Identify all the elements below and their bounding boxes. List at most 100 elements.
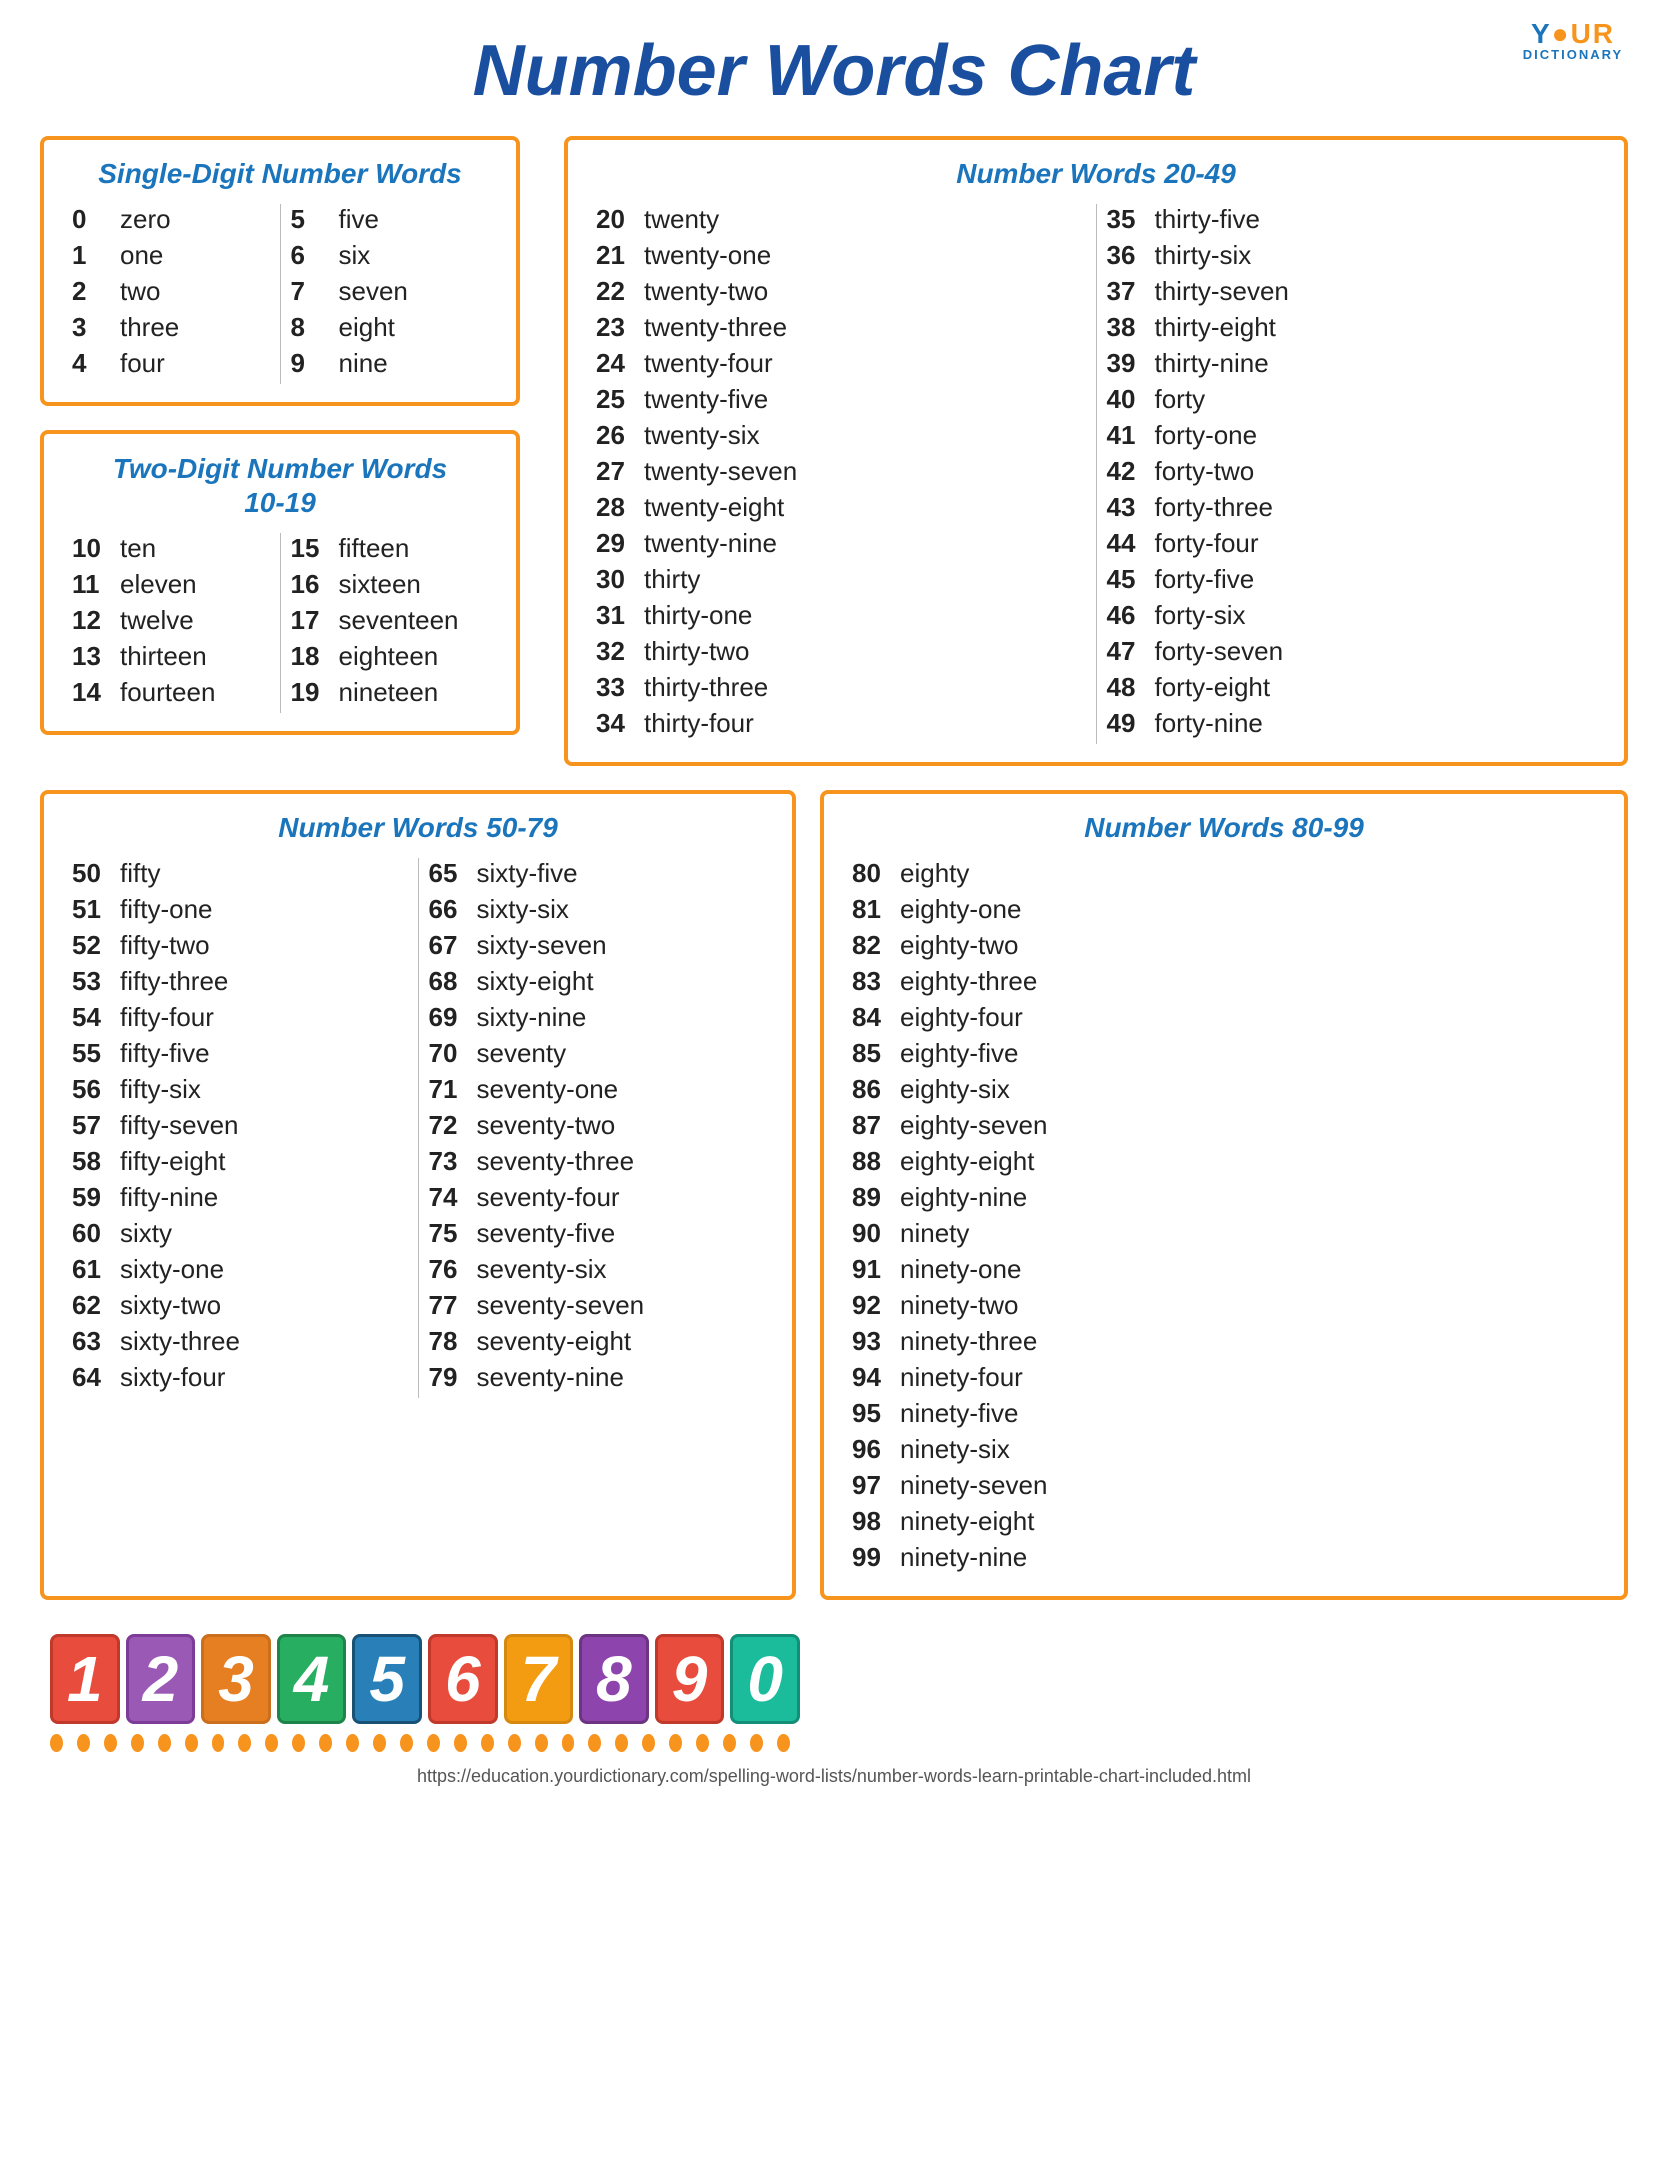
number-word: forty-four [1155, 528, 1259, 559]
number-word: fifteen [339, 533, 410, 564]
number-digit: 78 [429, 1326, 477, 1357]
logo-dictionary: DICTIONARY [1518, 48, 1628, 61]
number-word: ninety [900, 1218, 969, 1249]
nw8099-grid: 80eighty81eighty-one82eighty-two83eighty… [846, 858, 1602, 1578]
number-word: fifty-five [120, 1038, 210, 1069]
number-digit: 58 [72, 1146, 120, 1177]
number-digit: 16 [291, 569, 339, 600]
number-word: ninety-eight [900, 1506, 1034, 1537]
number-word: fifty-one [120, 894, 213, 925]
decorative-dot [104, 1734, 117, 1752]
number-word: seventy [477, 1038, 567, 1069]
decorative-section: 1234567890 [40, 1624, 800, 1752]
number-digit: 86 [852, 1074, 900, 1105]
number-word: thirty-nine [1155, 348, 1269, 379]
number-row: 52fifty-two [72, 930, 408, 961]
number-row: 33thirty-three [596, 672, 1086, 703]
number-digit: 28 [596, 492, 644, 523]
number-word: ninety-nine [900, 1542, 1027, 1573]
number-row: 61sixty-one [72, 1254, 408, 1285]
number-digit: 46 [1107, 600, 1155, 631]
number-row: 15fifteen [291, 533, 489, 564]
number-word: sixty-three [120, 1326, 240, 1357]
number-row: 86eighty-six [852, 1074, 1120, 1105]
number-digit: 89 [852, 1182, 900, 1213]
number-digit: 3 [72, 312, 120, 343]
number-row: 66sixty-six [429, 894, 765, 925]
decorative-dot [669, 1734, 682, 1752]
number-word: eighteen [339, 641, 439, 672]
number-row: 30thirty [596, 564, 1086, 595]
number-word: eighty-one [900, 894, 1021, 925]
decorative-dot [50, 1734, 63, 1752]
number-word: seventy-one [477, 1074, 619, 1105]
number-digit: 64 [72, 1362, 120, 1393]
single-digit-divider [280, 204, 281, 384]
number-row: 42forty-two [1107, 456, 1597, 487]
number-word: ninety-three [900, 1326, 1037, 1357]
number-digit: 41 [1107, 420, 1155, 451]
number-word: thirty [644, 564, 700, 595]
logo: Y●UR DICTIONARY [1518, 20, 1628, 80]
number-row: 49forty-nine [1107, 708, 1597, 739]
page-title: Number Words Chart [40, 30, 1628, 112]
single-digit-title: Single-Digit Number Words [66, 158, 494, 190]
number-word: seventy-five [477, 1218, 616, 1249]
number-row: 16sixteen [291, 569, 489, 600]
number-word: sixty-four [120, 1362, 225, 1393]
number-word: thirty-six [1155, 240, 1252, 271]
number-row: 84eighty-four [852, 1002, 1120, 1033]
number-row: 10ten [72, 533, 270, 564]
number-digit: 4 [72, 348, 120, 379]
number-word: thirteen [120, 641, 207, 672]
number-word: eighty [900, 858, 969, 889]
number-word: seventeen [339, 605, 459, 636]
number-digit: 20 [596, 204, 644, 235]
number-row: 59fifty-nine [72, 1182, 408, 1213]
number-word: twenty-three [644, 312, 787, 343]
number-row: 0zero [72, 204, 270, 235]
number-word: seventy-three [477, 1146, 635, 1177]
nw2049-divider [1096, 204, 1097, 744]
number-row: 55fifty-five [72, 1038, 408, 1069]
number-digit: 33 [596, 672, 644, 703]
number-word: twenty-six [644, 420, 760, 451]
decorative-dot [696, 1734, 709, 1752]
decorative-dot [535, 1734, 548, 1752]
number-word: sixty-two [120, 1290, 221, 1321]
number-row: 65sixty-five [429, 858, 765, 889]
number-digit: 90 [852, 1218, 900, 1249]
number-digit: 9 [291, 348, 339, 379]
nw5079-grid: 50fifty51fifty-one52fifty-two53fifty-thr… [66, 858, 770, 1398]
number-digit: 93 [852, 1326, 900, 1357]
number-row: 85eighty-five [852, 1038, 1120, 1069]
single-digit-col1: 0zero1one2two3three4four [66, 204, 276, 384]
number-row: 1one [72, 240, 270, 271]
number-row: 39thirty-nine [1107, 348, 1597, 379]
number-digit: 67 [429, 930, 477, 961]
number-digit: 29 [596, 528, 644, 559]
decorative-dot [427, 1734, 440, 1752]
number-word: forty-one [1155, 420, 1258, 451]
number-word: eighty-eight [900, 1146, 1034, 1177]
number-word: fifty-eight [120, 1146, 226, 1177]
number-word: seven [339, 276, 408, 307]
colorful-digit: 9 [655, 1634, 725, 1724]
number-digit: 11 [72, 569, 120, 600]
number-row: 80eighty [852, 858, 1120, 889]
decorative-dot [131, 1734, 144, 1752]
number-row: 87eighty-seven [852, 1110, 1120, 1141]
number-word: seventy-nine [477, 1362, 624, 1393]
number-word: thirty-seven [1155, 276, 1289, 307]
number-row: 31thirty-one [596, 600, 1086, 631]
decorative-dot [346, 1734, 359, 1752]
number-digit: 74 [429, 1182, 477, 1213]
number-word: fifty-six [120, 1074, 201, 1105]
decorative-dot [642, 1734, 655, 1752]
number-digit: 96 [852, 1434, 900, 1465]
number-digit: 51 [72, 894, 120, 925]
number-word: ninety-four [900, 1362, 1023, 1393]
logo-text: Y●UR DICTIONARY [1518, 20, 1628, 61]
number-digit: 47 [1107, 636, 1155, 667]
nw5079-divider [418, 858, 419, 1398]
